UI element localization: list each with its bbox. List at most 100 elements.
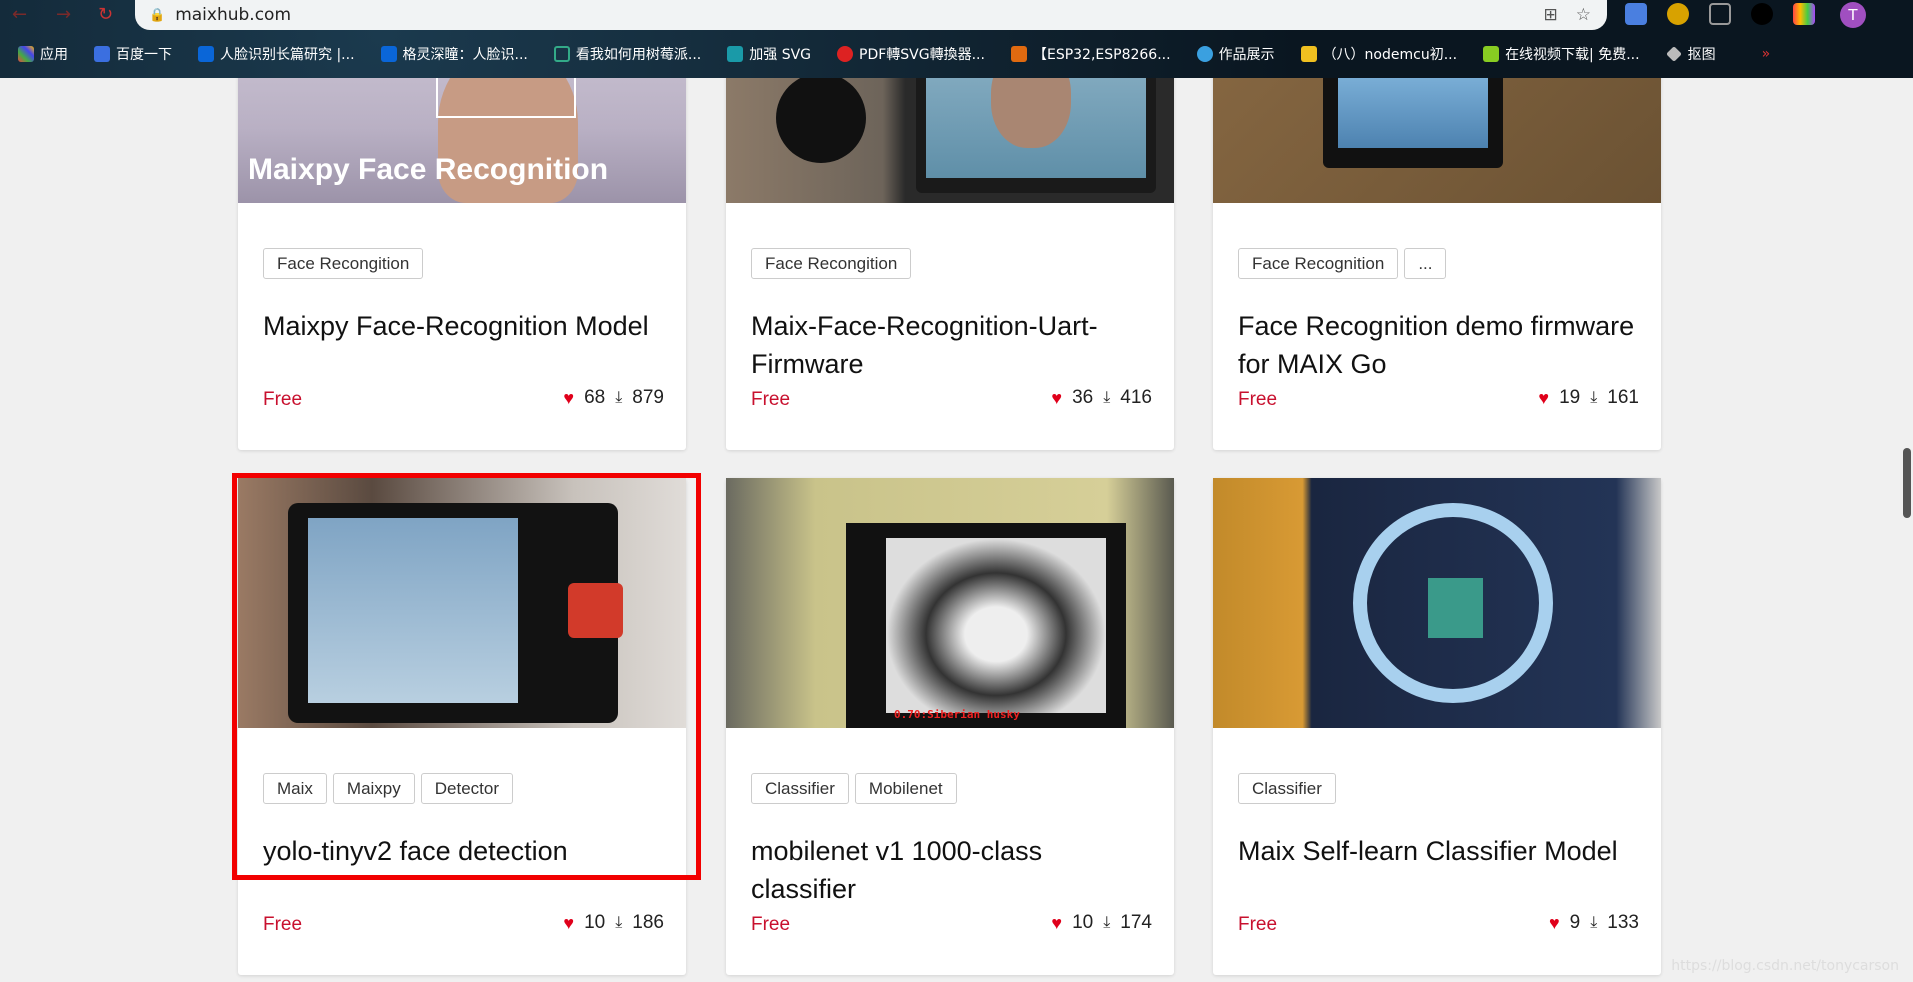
pdf-icon xyxy=(837,46,854,62)
price: Free xyxy=(751,389,791,410)
apps-icon xyxy=(18,46,34,62)
price: Free xyxy=(1238,914,1278,935)
price: Free xyxy=(263,914,303,935)
key-ext-icon[interactable] xyxy=(1751,3,1773,25)
note-icon xyxy=(1300,46,1317,62)
heart-icon[interactable]: ♥ xyxy=(1538,388,1549,409)
layers-icon xyxy=(1665,46,1682,62)
shield-icon xyxy=(553,46,570,62)
card-title[interactable]: mobilenet v1 1000-class classifier xyxy=(751,832,1151,908)
download-count: 416 xyxy=(1120,387,1152,408)
like-count: 36 xyxy=(1072,387,1094,408)
heart-icon[interactable]: ♥ xyxy=(1051,388,1062,409)
bookmark-label: 加强 SVG xyxy=(749,47,812,63)
image-caption: 0.70:Siberian husky xyxy=(894,708,1020,721)
lock-icon: 🔒 xyxy=(149,7,166,23)
bookmark[interactable]: 格灵深瞳：人脸识... xyxy=(380,44,528,64)
bookmark[interactable]: 作品展示 xyxy=(1196,44,1275,64)
bookmark-label: PDF轉SVG轉換器... xyxy=(859,47,985,63)
bookmark-label: 人脸识别长篇研究 |... xyxy=(220,47,355,63)
bookmark[interactable]: 百度一下 xyxy=(94,44,172,64)
bookmark[interactable]: 人脸识别长篇研究 |... xyxy=(198,44,355,64)
zhihu-icon xyxy=(198,46,214,62)
tag[interactable]: Face Recognition xyxy=(1238,248,1399,279)
extension-icon[interactable] xyxy=(1667,3,1689,25)
zhihu-icon xyxy=(380,46,397,62)
like-count: 9 xyxy=(1569,912,1581,933)
image-caption: Maixpy Face Recognition xyxy=(248,153,609,186)
bookmarks-bar: 应用 百度一下 人脸识别长篇研究 |... 格灵深瞳：人脸识... 看我如何用树… xyxy=(18,44,1770,64)
tag[interactable]: Classifier xyxy=(1238,773,1336,804)
scrollbar-thumb[interactable] xyxy=(1903,448,1911,518)
bookmark-label: 格灵深瞳：人脸识... xyxy=(402,47,528,63)
heart-icon[interactable]: ♥ xyxy=(1051,913,1062,934)
like-count: 10 xyxy=(584,912,606,933)
model-card[interactable]: 0.70:Siberian husky Classifier Mobilenet … xyxy=(726,478,1174,975)
extensions xyxy=(1625,3,1815,25)
download-count: 133 xyxy=(1607,912,1639,933)
card-title[interactable]: Maixpy Face-Recognition Model xyxy=(263,307,663,345)
bookmark[interactable]: 看我如何用树莓派... xyxy=(553,44,701,64)
tag[interactable]: Classifier xyxy=(751,773,849,804)
address-bar[interactable]: 🔒 maixhub.com ⊞ ☆ xyxy=(135,0,1607,30)
scrollbar[interactable] xyxy=(1899,78,1913,982)
download-icon[interactable]: ⤓ xyxy=(1103,914,1110,932)
like-count: 19 xyxy=(1559,387,1581,408)
bookmark-label: 抠图 xyxy=(1687,47,1716,63)
bookmark-label: 作品展示 xyxy=(1218,47,1275,63)
price: Free xyxy=(1238,389,1278,410)
card-title[interactable]: Maix Self-learn Classifier Model xyxy=(1238,832,1638,870)
reload-icon[interactable]: ↻ xyxy=(98,4,113,25)
bookmark-apps[interactable]: 应用 xyxy=(18,44,68,64)
translate-icon[interactable]: ⊞ xyxy=(1544,5,1558,25)
back-icon[interactable]: ← xyxy=(12,4,27,25)
bookmark[interactable]: 【ESP32,ESP8266... xyxy=(1010,44,1171,64)
download-icon[interactable]: ⤓ xyxy=(1590,914,1597,932)
bookmark-label: 在线视频下载| 免费... xyxy=(1505,47,1640,63)
tag[interactable]: Face Recongition xyxy=(263,248,424,279)
avatar[interactable]: T xyxy=(1840,2,1866,28)
download-icon[interactable]: ⤓ xyxy=(1103,389,1110,407)
gear-icon xyxy=(1196,46,1213,62)
bookmark-label: 应用 xyxy=(40,47,68,63)
google-translate-ext-icon[interactable] xyxy=(1625,3,1647,25)
heart-icon[interactable]: ♥ xyxy=(1549,913,1560,934)
bookmark[interactable]: （八）nodemcu初... xyxy=(1300,44,1457,64)
price: Free xyxy=(263,389,303,410)
tag[interactable]: Mobilenet xyxy=(854,773,957,804)
download-arrow-icon xyxy=(1483,46,1500,62)
highlight-box xyxy=(232,473,701,880)
star-icon[interactable]: ☆ xyxy=(1576,5,1591,25)
heart-icon[interactable]: ♥ xyxy=(563,913,574,934)
card-image[interactable] xyxy=(1213,478,1661,728)
more-tags[interactable]: ... xyxy=(1404,248,1447,279)
color-ext-icon[interactable] xyxy=(1793,3,1815,25)
download-icon[interactable]: ⤓ xyxy=(1590,389,1597,407)
url-text: maixhub.com xyxy=(175,5,291,25)
bookmark[interactable]: 加强 SVG xyxy=(727,44,811,64)
download-count: 161 xyxy=(1607,387,1639,408)
bookmark[interactable]: 抠图 xyxy=(1665,44,1716,64)
bookmark-label: 【ESP32,ESP8266... xyxy=(1032,47,1171,63)
card-title[interactable]: Maix-Face-Recognition-Uart-Firmware xyxy=(751,307,1151,383)
watermark: https://blog.csdn.net/tonycarson xyxy=(1671,958,1899,974)
download-icon[interactable]: ⤓ xyxy=(615,914,622,932)
download-count: 174 xyxy=(1120,912,1152,933)
heart-icon[interactable]: ♥ xyxy=(563,388,574,409)
tag[interactable]: Face Recongition xyxy=(751,248,912,279)
baidu-icon xyxy=(94,46,110,62)
fox-icon xyxy=(1010,46,1027,62)
like-count: 10 xyxy=(1072,912,1094,933)
download-icon[interactable]: ⤓ xyxy=(615,389,622,407)
forward-icon[interactable]: → xyxy=(56,4,71,25)
more-bookmarks-icon[interactable]: » xyxy=(1762,44,1771,64)
model-card[interactable]: Classifier Maix Self-learn Classifier Mo… xyxy=(1213,478,1661,975)
card-title[interactable]: Face Recognition demo firmware for MAIX … xyxy=(1238,307,1638,383)
bookmark[interactable]: 在线视频下载| 免费... xyxy=(1483,44,1640,64)
svg-icon xyxy=(727,46,744,62)
bookmark[interactable]: PDF轉SVG轉換器... xyxy=(837,44,985,64)
download-count: 186 xyxy=(632,912,664,933)
cube-ext-icon[interactable] xyxy=(1709,3,1731,25)
card-image[interactable]: 0.70:Siberian husky xyxy=(726,478,1174,728)
download-count: 879 xyxy=(632,387,664,408)
